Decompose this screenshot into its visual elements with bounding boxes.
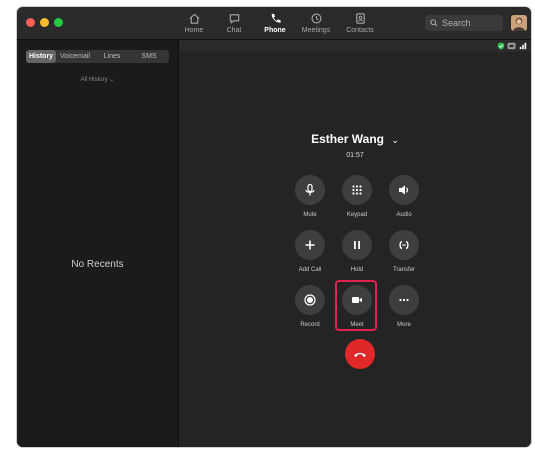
speaker-icon <box>399 185 409 195</box>
keypad-label: Keypad <box>346 212 368 218</box>
tab-history[interactable]: History <box>26 50 56 63</box>
add-call-label: Add Call <box>298 267 322 273</box>
hang-up-icon <box>354 352 366 357</box>
history-sidebar: History Voicemail Lines SMS All History … <box>17 40 179 447</box>
microphone-icon <box>305 183 315 196</box>
transfer-icon <box>399 240 409 250</box>
hold-button[interactable] <box>342 230 372 260</box>
minimize-window-button[interactable] <box>40 18 49 27</box>
keypad-icon <box>352 185 362 195</box>
nav-meetings[interactable]: Meetings <box>298 10 334 38</box>
title-bar: Home Chat Phone Meetings Contacts Search <box>17 7 531 40</box>
meet-label: Meet <box>350 322 364 328</box>
hold-label: Hold <box>350 267 364 273</box>
shield-check-icon <box>497 42 505 50</box>
record-label: Record <box>300 322 320 328</box>
record-icon <box>304 294 316 306</box>
mute-button[interactable] <box>295 175 325 205</box>
nav-home[interactable]: Home <box>179 10 209 38</box>
more-icon <box>399 298 409 302</box>
avatar[interactable] <box>511 15 527 31</box>
phone-icon <box>271 13 281 23</box>
close-window-button[interactable] <box>26 18 35 27</box>
sidebar-tabs: History Voicemail Lines SMS <box>26 50 169 63</box>
record-button[interactable] <box>295 285 325 315</box>
end-call-button[interactable] <box>345 339 375 369</box>
tab-voicemail[interactable]: Voicemail <box>56 50 94 63</box>
more-label: More <box>397 322 411 328</box>
nav-chat[interactable]: Chat <box>219 10 249 38</box>
zoom-window-button[interactable] <box>54 18 63 27</box>
contacts-icon <box>355 13 365 24</box>
home-icon <box>188 13 200 24</box>
audio-button[interactable] <box>389 175 419 205</box>
nav-home-label: Home <box>184 27 204 34</box>
nav-phone-label: Phone <box>264 27 286 34</box>
app-window: Home Chat Phone Meetings Contacts Search <box>17 7 531 447</box>
video-camera-icon <box>352 297 362 303</box>
search-icon <box>430 19 438 27</box>
avatar-image <box>511 15 527 31</box>
plus-icon <box>305 240 315 250</box>
call-timer: 01:57 <box>346 152 364 159</box>
caller-name[interactable]: Esther Wang ⌄ <box>179 132 531 146</box>
signal-strength-icon <box>519 42 527 50</box>
nav-phone[interactable]: Phone <box>260 10 290 38</box>
empty-state-text: No Recents <box>71 259 124 270</box>
nav-meetings-label: Meetings <box>301 27 331 34</box>
mute-label: Mute <box>303 212 317 218</box>
call-panel: Esther Wang ⌄ 01:57 Mute Keypad Audio Ad… <box>179 40 531 447</box>
hd-icon <box>507 42 516 50</box>
history-filter-dropdown[interactable]: All History ⌄ <box>17 76 178 83</box>
nav-chat-label: Chat <box>226 27 242 34</box>
search-placeholder: Search <box>442 18 471 28</box>
add-call-button[interactable] <box>295 230 325 260</box>
tab-lines[interactable]: Lines <box>96 50 128 63</box>
transfer-label: Transfer <box>392 267 416 273</box>
nav-contacts-label: Contacts <box>346 27 374 34</box>
transfer-button[interactable] <box>389 230 419 260</box>
nav-contacts[interactable]: Contacts <box>342 10 378 38</box>
tab-sms[interactable]: SMS <box>134 50 164 63</box>
pause-icon <box>354 241 360 249</box>
status-bar <box>179 40 531 52</box>
audio-label: Audio <box>396 212 412 218</box>
chat-icon <box>229 14 239 24</box>
caller-name-text: Esther Wang <box>311 132 384 146</box>
caller-chevron-down-icon[interactable]: ⌄ <box>391 135 399 145</box>
meet-button[interactable] <box>342 285 372 315</box>
search-input[interactable]: Search <box>425 15 503 31</box>
more-button[interactable] <box>389 285 419 315</box>
keypad-button[interactable] <box>342 175 372 205</box>
clock-icon <box>310 13 322 24</box>
